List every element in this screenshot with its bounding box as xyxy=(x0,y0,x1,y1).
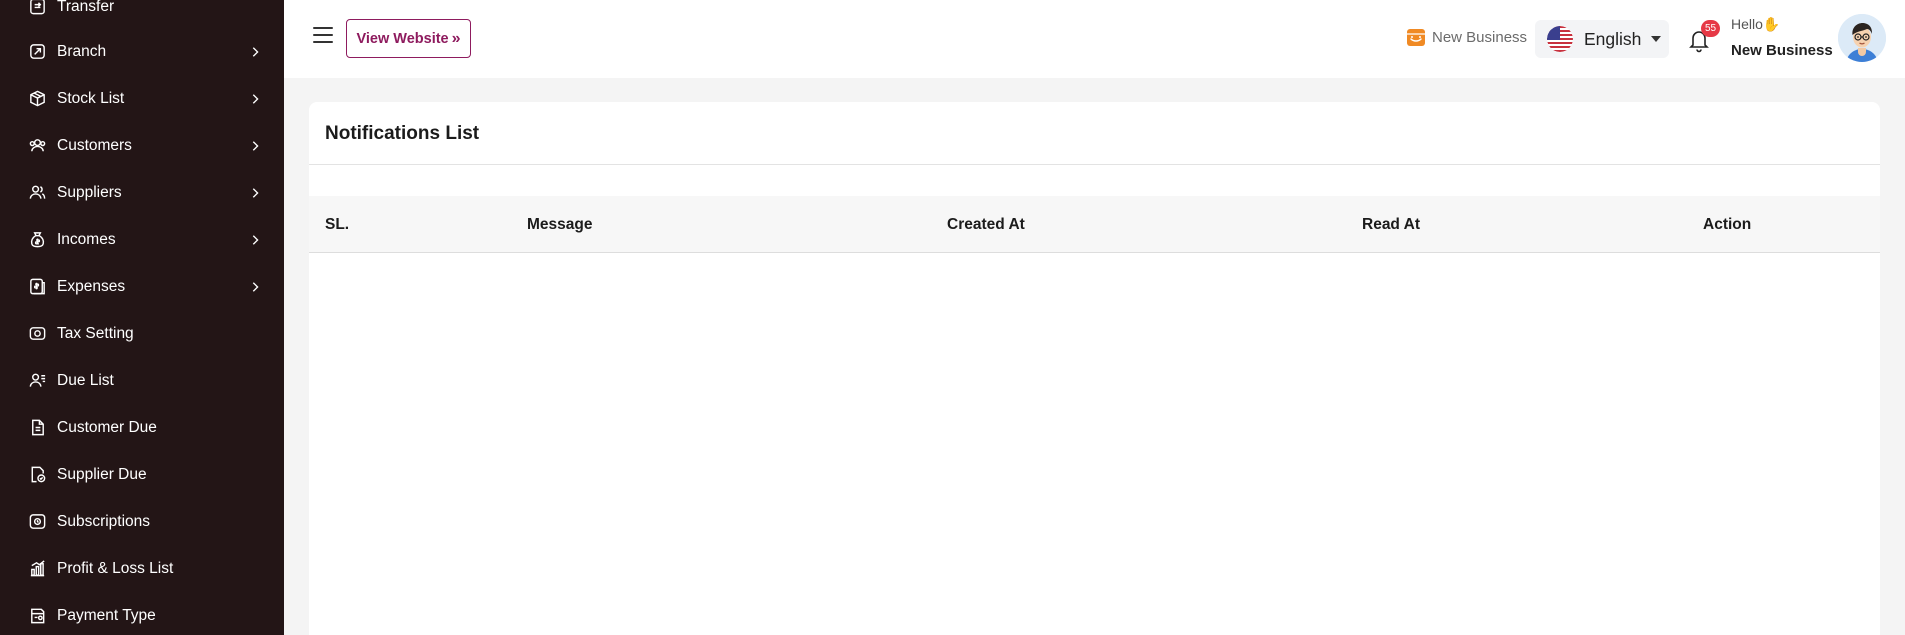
sidebar-item-label: Profit & Loss List xyxy=(57,559,174,577)
sidebar-item-profit-loss-list[interactable]: Profit & Loss List xyxy=(0,545,284,592)
column-header-read-at: Read At xyxy=(1362,216,1420,233)
sidebar-item-label: Transfer xyxy=(57,0,115,15)
top-header: View Website » New Business English 55 H… xyxy=(284,0,1905,78)
sidebar-item-label: Suppliers xyxy=(57,183,122,201)
hamburger-menu-icon[interactable] xyxy=(313,27,333,45)
chevron-right-icon xyxy=(248,139,262,153)
chevron-right-icon xyxy=(248,280,262,294)
sidebar-item-transfer[interactable]: Transfer xyxy=(0,0,284,30)
bar-chart-icon xyxy=(27,559,47,579)
avatar[interactable] xyxy=(1838,14,1886,62)
sidebar-item-subscriptions[interactable]: Subscriptions xyxy=(0,498,284,545)
document-icon xyxy=(27,418,47,438)
sidebar-item-stock-list[interactable]: Stock List xyxy=(0,75,284,122)
sidebar-item-label: Tax Setting xyxy=(57,324,134,342)
sidebar-item-incomes[interactable]: Incomes xyxy=(0,216,284,263)
language-label: English xyxy=(1584,28,1642,49)
sidebar-item-label: Stock List xyxy=(57,89,125,107)
sidebar-item-label: Subscriptions xyxy=(57,512,151,530)
sidebar-item-label: Branch xyxy=(57,42,107,60)
tax-icon xyxy=(27,324,47,344)
sidebar-item-expenses[interactable]: Expenses xyxy=(0,263,284,310)
document-check-icon xyxy=(27,465,47,485)
double-chevron-right-icon: » xyxy=(451,29,461,47)
chevron-right-icon xyxy=(248,45,262,59)
money-bag-icon xyxy=(27,230,47,250)
business-name: New Business xyxy=(1432,28,1528,46)
column-header-action: Action xyxy=(1703,216,1752,233)
us-flag-icon xyxy=(1547,26,1573,52)
sidebar-item-label: Customer Due xyxy=(57,418,157,436)
sidebar-item-customers[interactable]: Customers xyxy=(0,122,284,169)
caret-down-icon xyxy=(1651,36,1662,42)
sidebar-item-label: Supplier Due xyxy=(57,465,147,483)
column-header-sl: SL. xyxy=(325,216,350,233)
sidebar-item-tax-setting[interactable]: Tax Setting xyxy=(0,310,284,357)
expense-receipt-icon xyxy=(27,277,47,297)
divider xyxy=(309,164,1880,165)
sidebar-item-payment-type[interactable]: Payment Type xyxy=(0,592,284,635)
greeting: Hello✋ xyxy=(1731,16,1780,33)
users-icon xyxy=(27,136,47,156)
view-website-button[interactable]: View Website » xyxy=(346,19,471,58)
wave-emoji: ✋ xyxy=(1762,16,1781,32)
subscription-icon xyxy=(27,512,47,532)
sidebar-item-label: Customers xyxy=(57,136,132,154)
sidebar-item-customer-due[interactable]: Customer Due xyxy=(0,404,284,451)
chevron-right-icon xyxy=(248,186,262,200)
user-list-icon xyxy=(27,371,47,391)
sidebar-item-branch[interactable]: Branch xyxy=(0,28,284,75)
sidebar-item-label: Payment Type xyxy=(57,606,156,624)
sidebar-item-supplier-due[interactable]: Supplier Due xyxy=(0,451,284,498)
sidebar-item-label: Expenses xyxy=(57,277,126,295)
column-header-created-at: Created At xyxy=(947,216,1025,233)
sidebar-item-label: Incomes xyxy=(57,230,116,248)
sidebar-item-due-list[interactable]: Due List xyxy=(0,357,284,404)
chevron-right-icon xyxy=(248,92,262,106)
branch-icon xyxy=(27,42,47,62)
column-header-message: Message xyxy=(527,216,593,233)
page-title: Notifications List xyxy=(325,123,480,144)
user-name: New Business xyxy=(1731,42,1833,59)
store-icon xyxy=(1407,29,1425,46)
language-selector[interactable]: English xyxy=(1535,20,1669,58)
notification-bell[interactable]: 55 xyxy=(1687,20,1720,55)
business-switcher[interactable]: New Business xyxy=(1405,26,1527,48)
table-header: SL. Message Created At Read At Action xyxy=(309,196,1880,253)
transfer-icon xyxy=(27,0,47,17)
view-website-label: View Website xyxy=(356,30,449,47)
greeting-text: Hello xyxy=(1731,16,1763,32)
payment-icon xyxy=(27,606,47,626)
user-group-icon xyxy=(27,183,47,203)
notification-count-badge: 55 xyxy=(1701,20,1720,37)
sidebar-item-label: Due List xyxy=(57,371,114,389)
notifications-card: Notifications List SL. Message Created A… xyxy=(309,102,1880,635)
chevron-right-icon xyxy=(248,233,262,247)
box-icon xyxy=(27,89,47,109)
sidebar-item-suppliers[interactable]: Suppliers xyxy=(0,169,284,216)
sidebar: Transfer Branch Stock List Customers Sup… xyxy=(0,0,284,635)
